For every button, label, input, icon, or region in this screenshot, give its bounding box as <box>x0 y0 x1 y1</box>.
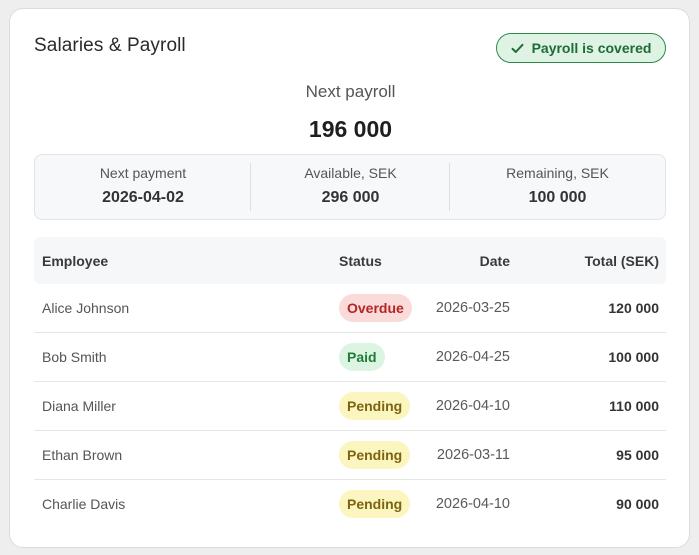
payment-date: 2026-03-11 <box>436 447 510 463</box>
summary-value: 100 000 <box>528 189 587 206</box>
table-row[interactable]: Alice Johnson Overdue 2026-03-25 120 000 <box>34 284 666 333</box>
total-amount: 110 000 <box>609 398 659 414</box>
status-cell: Paid <box>339 333 385 381</box>
payroll-covered-label: Payroll is covered <box>531 40 652 56</box>
payment-date: 2026-04-10 <box>435 398 510 414</box>
table-row[interactable]: Diana Miller Pending 2026-04-10 110 000 <box>34 382 666 431</box>
card-title: Salaries & Payroll <box>34 35 186 56</box>
employee-name: Diana Miller <box>42 398 116 414</box>
summary-remaining: Remaining, SEK 100 000 <box>450 155 665 219</box>
header-status[interactable]: Status <box>339 237 382 284</box>
employee-name: Bob Smith <box>42 349 107 365</box>
status-badge: Paid <box>339 343 385 371</box>
header-date[interactable]: Date <box>480 237 510 284</box>
total-amount: 120 000 <box>608 300 659 316</box>
total-amount: 90 000 <box>616 496 659 512</box>
status-cell: Pending <box>339 382 411 430</box>
payroll-table: Employee Status Date Total (SEK) Alice J… <box>34 237 666 528</box>
payment-date: 2026-03-25 <box>435 300 510 316</box>
status-badge: Pending <box>339 441 411 469</box>
summary-label: Remaining, SEK <box>506 165 609 181</box>
next-payroll-amount: 196 000 <box>308 116 393 142</box>
payment-date: 2026-04-10 <box>435 496 510 512</box>
payroll-covered-badge: Payroll is covered <box>496 33 666 63</box>
status-badge: Pending <box>339 490 411 518</box>
table-header: Employee Status Date Total (SEK) <box>34 237 666 284</box>
payroll-summary: Next payment 2026-04-02 Available, SEK 2… <box>34 154 666 220</box>
summary-label: Available, SEK <box>304 165 397 181</box>
table-row[interactable]: Ethan Brown Pending 2026-03-11 95 000 <box>34 431 666 480</box>
header-total[interactable]: Total (SEK) <box>585 237 659 284</box>
status-cell: Overdue <box>339 284 412 332</box>
employee-name: Charlie Davis <box>42 496 126 512</box>
summary-value: 2026-04-02 <box>102 189 184 206</box>
employee-name: Ethan Brown <box>42 447 123 463</box>
status-badge: Overdue <box>339 294 412 322</box>
status-cell: Pending <box>339 480 411 528</box>
table-row[interactable]: Bob Smith Paid 2026-04-25 100 000 <box>34 333 666 382</box>
check-icon <box>511 43 524 54</box>
summary-label: Next payment <box>99 165 187 181</box>
summary-value: 296 000 <box>321 189 380 206</box>
status-cell: Pending <box>339 431 411 479</box>
next-payroll-label: Next payroll <box>305 82 396 101</box>
total-amount: 95 000 <box>616 447 659 463</box>
payment-date: 2026-04-25 <box>435 349 510 365</box>
summary-available: Available, SEK 296 000 <box>251 155 450 219</box>
table-row[interactable]: Charlie Davis Pending 2026-04-10 90 000 <box>34 480 666 528</box>
total-amount: 100 000 <box>608 349 659 365</box>
summary-next-payment: Next payment 2026-04-02 <box>35 155 251 219</box>
status-badge: Pending <box>339 392 411 420</box>
employee-name: Alice Johnson <box>42 300 130 316</box>
payroll-card: Salaries & Payroll Payroll is covered Ne… <box>9 8 690 548</box>
header-employee[interactable]: Employee <box>42 237 108 284</box>
